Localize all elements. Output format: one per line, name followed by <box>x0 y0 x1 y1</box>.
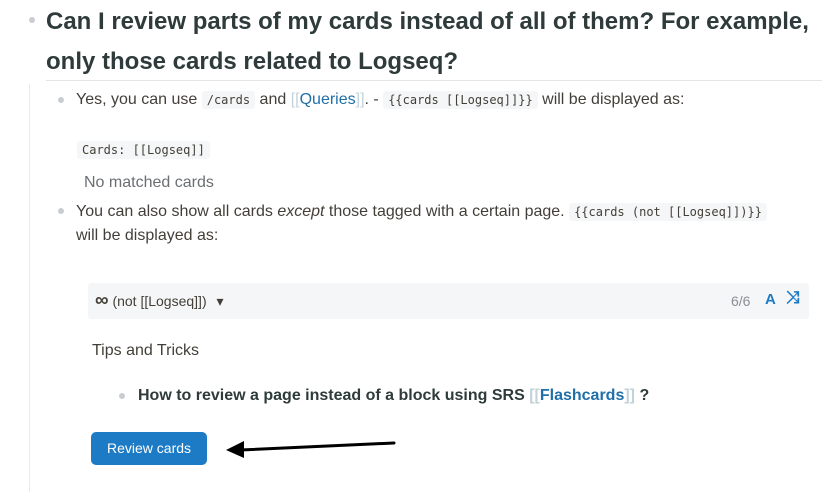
block-text: will be displayed as: <box>542 91 685 108</box>
review-cards-button[interactable]: Review cards <box>91 432 207 465</box>
font-toggle-icon[interactable]: A <box>765 291 776 308</box>
link-bracket-open: [[ <box>290 91 300 108</box>
tips-title: Tips and Tricks <box>92 342 199 359</box>
block-text: . - <box>364 91 379 108</box>
tips-item[interactable]: How to review a page instead of a block … <box>138 385 649 407</box>
cards-not-macro-code: {{cards (not [[Logseq]])}} <box>569 203 767 221</box>
block-text: You can also show all cards <box>76 203 273 220</box>
block-text: will be displayed as: <box>76 227 219 244</box>
annotation-arrow <box>226 441 396 458</box>
block-text: Yes, you can use <box>76 91 198 108</box>
children-guide-line <box>29 84 30 492</box>
block-bullet[interactable] <box>58 97 64 103</box>
cards-command-code: /cards <box>201 91 256 109</box>
heading-divider <box>46 80 822 81</box>
heading-line-1: Can I review parts of my cards instead o… <box>46 8 809 35</box>
heading-line-2: only those cards related to Logseq? <box>46 48 459 75</box>
cards-query-selector[interactable]: ∞ (not [[Logseq]]) ▾ <box>95 290 224 311</box>
tips-bullet[interactable] <box>119 393 125 399</box>
link-bracket-close: ]] <box>355 91 365 108</box>
block-yes-cards[interactable]: Yes, you can use /cards and [[Queries]].… <box>76 88 816 112</box>
block-bullet[interactable] <box>58 208 64 214</box>
block-except-cards[interactable]: You can also show all cards except those… <box>76 200 816 248</box>
block-text: and <box>259 91 287 108</box>
flashcards-page-link[interactable]: Flashcards <box>540 387 624 404</box>
link-bracket-open: [[ <box>529 387 540 404</box>
chevron-down-icon[interactable]: ▾ <box>217 293 224 309</box>
cards-query-label: (not [[Logseq]]) <box>112 293 207 309</box>
page-heading: Can I review parts of my cards instead o… <box>46 4 826 80</box>
heading-bullet[interactable] <box>29 17 35 23</box>
shuffle-icon[interactable]: ⤨ <box>786 288 800 308</box>
link-bracket-close: ]] <box>624 387 635 404</box>
cards-count: 6/6 <box>731 293 751 309</box>
tips-item-suffix: ? <box>639 387 650 404</box>
cards-query-code: Cards: [[Logseq]] <box>77 141 210 159</box>
except-italic: except <box>277 203 325 220</box>
block-text: those tagged with a certain page. <box>328 203 565 220</box>
no-matched-cards: No matched cards <box>84 174 214 191</box>
cards-macro-code: {{cards [[Logseq]]}} <box>383 91 538 109</box>
infinity-icon: ∞ <box>95 290 109 311</box>
tips-item-text: How to review a page instead of a block … <box>138 387 525 404</box>
queries-page-link[interactable]: Queries <box>300 91 356 108</box>
